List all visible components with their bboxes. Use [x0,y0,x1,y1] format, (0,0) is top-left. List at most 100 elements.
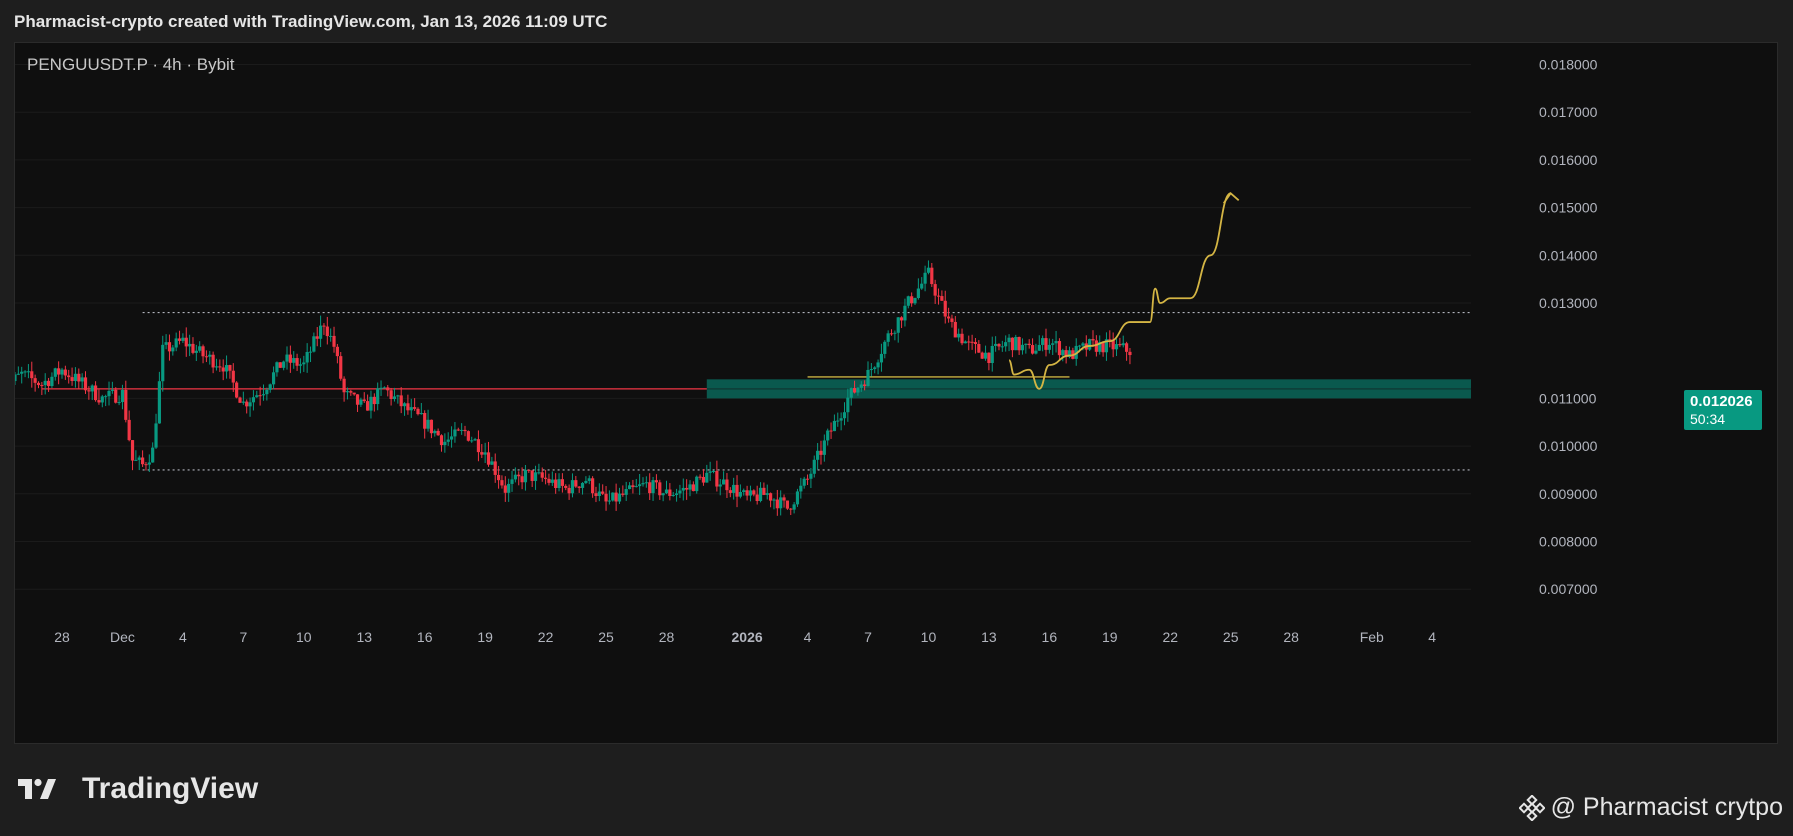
candle-body [389,390,393,400]
candle-body [775,499,779,509]
candle-body [141,457,145,465]
tradingview-logo[interactable]: TradingView [18,772,258,806]
candle-body [379,387,383,389]
candle-body [282,361,286,368]
candle-body [167,342,172,352]
candle-body [329,335,333,337]
candle-body [594,493,598,496]
candle-body [456,429,460,431]
x-tick-label: 16 [1042,629,1058,645]
candle-body [977,344,981,353]
candle-body [439,435,444,446]
candle-body [705,472,709,483]
candle-body [947,316,951,319]
candle-body [214,366,219,368]
candle-body [678,490,682,494]
candle-body [154,423,158,448]
chart-area[interactable]: 0.018000 0.017000 0.016000 0.015000 0.014000… [14,42,1778,744]
candle-body [943,300,947,317]
candle-body [318,325,323,339]
x-tick-label: 10 [921,629,937,645]
x-tick-label: 22 [538,629,554,645]
candle-body [15,374,17,382]
candle-body [204,356,209,358]
candle-body [413,407,417,409]
candle-body [36,382,41,386]
candle-body [1004,342,1008,347]
x-tick-label: 28 [1283,629,1299,645]
candle-body [688,484,692,490]
candle-body [406,403,410,411]
candle-body [26,371,31,373]
candle-body [1081,343,1085,346]
candle-body [476,439,481,453]
candle-body [1118,344,1122,346]
symbol-label: PENGUUSDT.P · 4h · Bybit [27,55,235,74]
candle-body [1037,344,1041,351]
candle-body [792,504,796,510]
candle-body [903,305,907,321]
candle-body [130,440,135,461]
candle-body [275,362,279,373]
x-tick-label: 10 [296,629,312,645]
candle-body [953,321,957,338]
candle-body [809,473,813,479]
candle-body [285,354,289,362]
x-tick-label: 28 [659,629,675,645]
candle-body [83,377,88,391]
x-tick-label: 25 [1223,629,1239,645]
candle-body [382,387,386,389]
candle-body [816,450,820,460]
candle-body [194,350,198,353]
candle-body [429,419,434,434]
candle-body [470,440,474,442]
candle-body [201,346,205,357]
candle-body [987,352,991,364]
candle-body [1007,337,1011,343]
candle-body [228,365,232,371]
candle-body [1114,344,1119,350]
bar-countdown: 50:34 [1690,411,1726,427]
candle-body [449,436,454,440]
projection-path [1008,192,1232,390]
candle-body [520,476,524,483]
candle-body [805,478,810,480]
candle-body [493,461,497,475]
candle-body [876,362,880,368]
candle-body [376,388,380,405]
candle-body [748,490,753,496]
candle-body [554,479,558,489]
candle-body [1057,341,1062,356]
candle-body [366,401,370,411]
candle-body [1041,338,1045,345]
candle-body [463,429,467,432]
candle-body [1128,351,1132,356]
candle-body [517,474,521,477]
candle-body [1088,339,1092,350]
candle-body [251,397,256,403]
y-tick-label: 0.016000 [1539,152,1598,168]
candle-body [496,474,501,481]
candle-body [967,341,971,343]
candle-body [564,485,568,488]
candle-body [298,364,303,366]
candle-body [856,387,860,393]
candle-body [587,478,591,481]
candle-body [312,336,316,352]
candle-body [735,484,739,497]
candle-body [362,399,366,402]
candle-body [224,365,229,372]
candle-body [315,336,319,339]
candle-body [20,371,24,374]
price-chart[interactable]: 0.018000 0.017000 0.016000 0.015000 0.014000… [15,43,1778,744]
candle-body [134,459,138,461]
candle-body [624,489,628,495]
candle-body [685,487,689,490]
candle-body [127,419,131,441]
candle-body [570,480,575,494]
candle-body [732,484,736,493]
x-tick-label: 25 [598,629,614,645]
candle-body [664,489,669,494]
candle-body [769,493,773,501]
candle-body [567,487,571,494]
